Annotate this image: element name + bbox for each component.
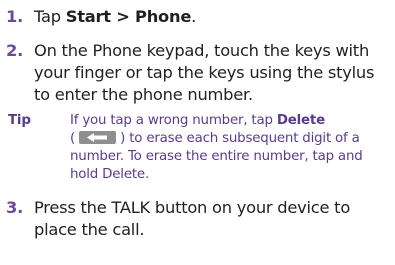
delete-keyword: Delete [276, 113, 325, 128]
step-number: 2. [6, 41, 24, 60]
tip-label: Tip [8, 113, 31, 128]
tip-text: If you tap a wrong number, tap [70, 113, 277, 128]
step-number: 3. [6, 198, 24, 217]
tip-note: Tip If you tap a wrong number, tap Delet… [8, 112, 392, 184]
step-text: Tap [34, 7, 66, 26]
backspace-icon [79, 131, 117, 144]
step-number: 1. [6, 7, 24, 26]
step-text: Press the TALK button on your device to … [34, 198, 351, 239]
step-2: 2. On the Phone keypad, touch the keys w… [6, 40, 392, 106]
instruction-list: 1. Tap Start > Phone. 2. On the Phone ke… [6, 0, 392, 241]
tip-paren: ( [70, 131, 76, 146]
step-text: On the Phone keypad, touch the keys with… [34, 41, 375, 104]
step-3: 3. Press the TALK button on your device … [6, 197, 392, 241]
step-text-end: . [191, 7, 197, 26]
step-1: 1. Tap Start > Phone. [6, 6, 392, 28]
menu-path: Start > Phone [65, 7, 192, 26]
